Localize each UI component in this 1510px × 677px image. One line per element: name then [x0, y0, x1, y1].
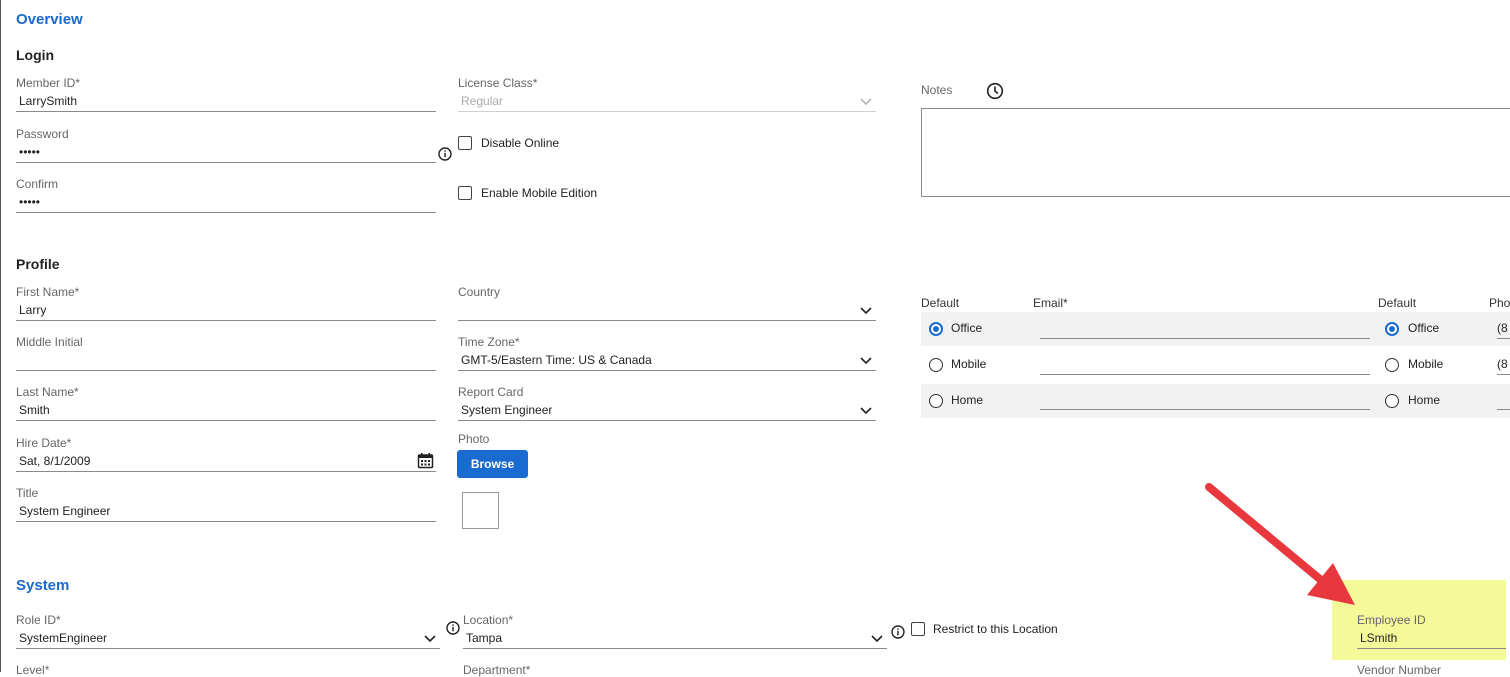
member-id-label: Member ID*: [16, 76, 81, 90]
hire-date-label: Hire Date*: [16, 436, 72, 450]
email-home-input[interactable]: [1040, 409, 1370, 410]
chevron-down-icon: [860, 98, 872, 106]
email-home-label: Home: [951, 393, 984, 407]
license-class-value: Regular: [461, 94, 504, 108]
profile-group-title: Profile: [16, 256, 60, 272]
phone-mobile-value[interactable]: (8: [1497, 357, 1510, 371]
report-card-select[interactable]: System Engineer: [458, 401, 876, 421]
restrict-location-checkbox[interactable]: [911, 622, 925, 636]
page-left-border: [0, 0, 1, 672]
browse-button[interactable]: Browse: [457, 450, 528, 478]
email-office-label: Office: [951, 321, 983, 335]
hire-date-value: Sat, 8/1/2009: [19, 454, 91, 468]
time-zone-value: GMT-5/Eastern Time: US & Canada: [461, 353, 652, 367]
title-input[interactable]: System Engineer: [16, 502, 436, 522]
email-office-input[interactable]: [1040, 338, 1370, 339]
confirm-label: Confirm: [16, 177, 59, 191]
report-card-value: System Engineer: [461, 403, 553, 417]
chevron-down-icon: [860, 307, 872, 315]
department-label: Department*: [463, 663, 531, 677]
employee-id-value: LSmith: [1360, 631, 1398, 645]
role-id-select[interactable]: SystemEngineer: [16, 629, 440, 649]
title-label: Title: [16, 486, 39, 500]
employee-id-input[interactable]: LSmith: [1357, 629, 1506, 649]
info-icon[interactable]: [438, 147, 452, 161]
license-class-label: License Class*: [458, 76, 538, 90]
phone-home-input[interactable]: [1497, 409, 1510, 410]
email-default-mobile-radio[interactable]: [929, 358, 943, 372]
restrict-location-label: Restrict to this Location: [933, 622, 1058, 636]
phone-mobile-label: Mobile: [1408, 357, 1444, 371]
location-label: Location*: [463, 613, 514, 627]
phone-mobile-underline: [1497, 374, 1510, 375]
country-select[interactable]: [458, 301, 876, 321]
photo-label: Photo: [458, 432, 490, 446]
notes-label: Notes: [921, 83, 953, 97]
email-header: Email*: [1033, 296, 1068, 310]
phone-office-label: Office: [1408, 321, 1440, 335]
member-id-input[interactable]: LarrySmith: [16, 92, 436, 112]
first-name-label: First Name*: [16, 285, 80, 299]
location-value: Tampa: [466, 631, 503, 645]
chevron-down-icon: [860, 357, 872, 365]
last-name-value: Smith: [19, 403, 50, 417]
red-arrow-annotation: [1205, 483, 1355, 605]
password-label: Password: [16, 127, 69, 141]
system-section-title: System: [16, 577, 70, 594]
last-name-input[interactable]: Smith: [16, 401, 436, 421]
overview-section-title: Overview: [16, 11, 83, 28]
level-label: Level*: [16, 663, 50, 677]
country-label: Country: [458, 285, 501, 299]
info-icon[interactable]: [891, 625, 905, 639]
login-group-title: Login: [16, 47, 55, 63]
phone-office-underline: [1497, 338, 1510, 339]
middle-initial-label: Middle Initial: [16, 335, 83, 349]
first-name-input[interactable]: Larry: [16, 301, 436, 321]
phone-default-mobile-radio[interactable]: [1385, 358, 1399, 372]
license-class-select: Regular: [458, 92, 876, 112]
time-zone-label: Time Zone*: [458, 335, 520, 349]
phone-header: Pho: [1489, 296, 1510, 310]
chevron-down-icon: [860, 407, 872, 415]
clock-history-icon[interactable]: [986, 82, 1004, 100]
role-id-label: Role ID*: [16, 613, 61, 627]
last-name-label: Last Name*: [16, 385, 79, 399]
email-mobile-input[interactable]: [1040, 374, 1370, 375]
password-input[interactable]: •••••: [16, 143, 436, 163]
employee-id-label: Employee ID: [1357, 613, 1426, 627]
disable-online-checkbox[interactable]: [458, 136, 472, 150]
confirm-password-input[interactable]: •••••: [16, 193, 436, 213]
email-default-header: Default: [921, 296, 960, 310]
first-name-value: Larry: [19, 303, 47, 317]
title-value: System Engineer: [19, 504, 111, 518]
disable-online-label: Disable Online: [481, 136, 560, 150]
phone-office-value[interactable]: (8: [1497, 321, 1510, 335]
phone-default-office-radio[interactable]: [1385, 322, 1399, 336]
email-default-home-radio[interactable]: [929, 394, 943, 408]
phone-home-label: Home: [1408, 393, 1441, 407]
enable-mobile-label: Enable Mobile Edition: [481, 186, 598, 200]
email-default-office-radio[interactable]: [929, 322, 943, 336]
member-id-value: LarrySmith: [19, 94, 78, 108]
phone-default-home-radio[interactable]: [1385, 394, 1399, 408]
notes-textarea[interactable]: [921, 108, 1510, 197]
phone-default-header: Default: [1378, 296, 1417, 310]
photo-placeholder: [462, 492, 499, 529]
chevron-down-icon: [871, 635, 883, 643]
hire-date-input[interactable]: Sat, 8/1/2009: [16, 452, 436, 472]
location-select[interactable]: Tampa: [463, 629, 887, 649]
confirm-value: •••••: [19, 195, 41, 209]
role-id-value: SystemEngineer: [19, 631, 108, 645]
enable-mobile-checkbox[interactable]: [458, 186, 472, 200]
time-zone-select[interactable]: GMT-5/Eastern Time: US & Canada: [458, 351, 876, 371]
info-icon[interactable]: [446, 621, 460, 635]
vendor-number-label: Vendor Number: [1357, 663, 1442, 677]
middle-initial-input[interactable]: [16, 351, 436, 371]
chevron-down-icon: [424, 635, 436, 643]
password-value: •••••: [19, 145, 41, 159]
email-mobile-label: Mobile: [951, 357, 987, 371]
calendar-icon[interactable]: [417, 452, 434, 469]
report-card-label: Report Card: [458, 385, 524, 399]
